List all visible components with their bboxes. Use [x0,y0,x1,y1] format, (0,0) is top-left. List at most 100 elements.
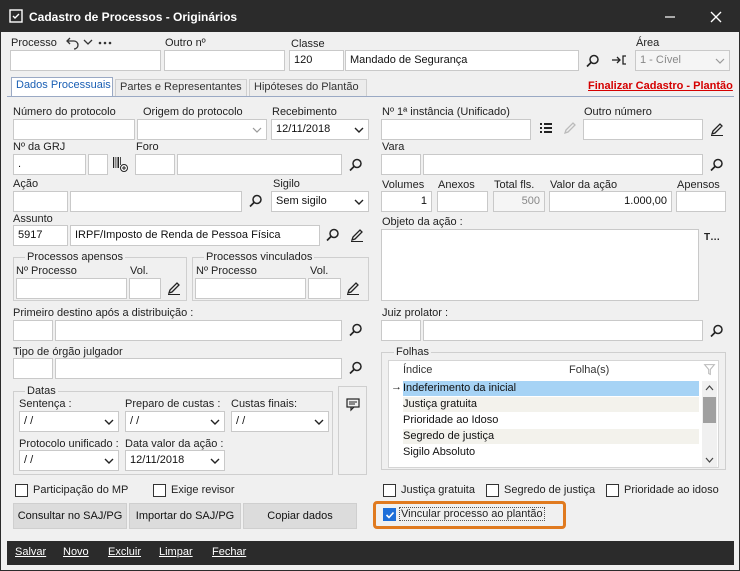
primeiro-destino-code-field[interactable] [13,320,53,341]
finalizar-cadastro-link[interactable]: Finalizar Cadastro - Plantão [588,80,733,92]
vinculados-vol-field[interactable] [308,278,341,299]
instancia-field[interactable] [381,119,531,140]
acao-name-field[interactable] [70,191,242,212]
area-select[interactable]: 1 - Cível [635,50,730,71]
grj-digit-field[interactable] [88,154,108,175]
justica-gratuita-checkbox[interactable] [383,484,396,497]
sentenca-date[interactable]: / / [19,411,119,432]
filter-icon[interactable] [703,363,716,376]
foro-code-field[interactable] [135,154,175,175]
salvar-button[interactable]: Salvar [15,546,46,558]
anexos-field[interactable] [437,191,488,212]
custas-finais-date[interactable]: / / [231,411,329,432]
consultar-saj-button[interactable]: Consultar no SAJ/PG [13,503,127,529]
volumes-field[interactable]: 1 [381,191,432,212]
classe-name-field[interactable]: Mandado de Segurança [345,50,579,71]
copiar-dados-button[interactable]: Copiar dados [243,503,357,529]
comment-icon[interactable] [345,397,361,413]
search-icon[interactable] [348,157,364,173]
more-icon[interactable] [97,34,113,50]
vara-name-field[interactable] [423,154,703,175]
list-icon[interactable] [538,120,554,136]
edit-pencil-icon[interactable] [345,280,361,296]
processo-field[interactable] [10,50,161,71]
search-icon[interactable] [248,193,264,209]
num-protocolo-field[interactable] [13,119,135,140]
acao-code-field[interactable] [13,191,68,212]
preparo-value: / / [130,415,140,427]
vara-code-field[interactable] [381,154,421,175]
tab-partes-representantes[interactable]: Partes e Representantes [115,79,247,96]
vincular-plantao-checkbox[interactable] [383,508,396,521]
outro-numero-field[interactable] [583,119,703,140]
importar-saj-button[interactable]: Importar do SAJ/PG [129,503,241,529]
list-item[interactable]: Prioridade ao Idoso [403,413,699,428]
close-button[interactable] [693,1,739,32]
tab-hipoteses-plantao[interactable]: Hipóteses do Plantão [249,79,367,96]
tab-dados-processuais[interactable]: Dados Processuais [11,77,113,96]
search-icon[interactable] [325,227,341,243]
search-icon[interactable] [709,323,725,339]
classe-code-field[interactable]: 120 [289,50,344,71]
edit-pencil-icon[interactable] [166,280,182,296]
vincular-plantao-label: Vincular processo ao plantão [399,507,545,521]
assunto-code-field[interactable]: 5917 [13,225,68,246]
chevron-down-icon [210,458,220,464]
exige-revisor-checkbox[interactable] [153,484,166,497]
list-item-label: Justiça gratuita [403,398,477,410]
scroll-thumb[interactable] [703,397,716,423]
data-valor-date[interactable]: 12/11/2018 [125,450,225,471]
origem-select[interactable] [137,119,267,140]
prioridade-idoso-checkbox[interactable] [606,484,619,497]
import-arrow-icon[interactable] [611,52,627,68]
list-item[interactable]: Indeferimento da inicial [403,381,699,396]
list-item[interactable]: Segredo de justiça [403,429,699,444]
grj-field[interactable]: . [13,154,86,175]
juiz-code-field[interactable] [381,320,421,341]
excluir-button[interactable]: Excluir [108,546,141,558]
vinculados-no-processo-field[interactable] [195,278,306,299]
scroll-up-icon[interactable] [704,383,715,392]
edit-pencil-icon[interactable] [349,227,365,243]
outro-no-field[interactable] [164,50,285,71]
search-icon[interactable] [709,157,725,173]
assunto-name-field[interactable]: IRPF/Imposto de Renda de Pessoa Física [70,225,320,246]
apensos-vol-label: Vol. [130,265,149,277]
folhas-list[interactable]: Índice Folha(s) → Indeferimento da inici… [388,360,719,468]
recebimento-date[interactable]: 12/11/2018 [271,119,369,140]
list-item[interactable]: Sigilo Absoluto [403,445,699,460]
apensos-field[interactable] [676,191,726,212]
search-icon[interactable] [348,360,364,376]
edit-pencil-icon[interactable] [709,121,725,137]
fechar-button[interactable]: Fechar [212,546,246,558]
scrollbar[interactable] [702,381,717,467]
tipo-orgao-code-field[interactable] [13,358,53,379]
search-icon[interactable] [585,53,601,69]
volumes-label: Volumes [382,179,425,191]
custas-finais-value: / / [236,415,246,427]
minimize-button[interactable] [647,1,693,32]
tipo-orgao-name-field[interactable] [55,358,342,379]
preparo-date[interactable]: / / [125,411,225,432]
novo-button[interactable]: Novo [63,546,89,558]
text-format-icon[interactable]: T… [704,232,720,243]
search-icon[interactable] [348,322,364,338]
segredo-justica-checkbox[interactable] [486,484,499,497]
objeto-textarea[interactable] [381,229,699,301]
participacao-mp-checkbox[interactable] [15,484,28,497]
tab-label: Partes e Representantes [120,81,242,93]
juiz-name-field[interactable] [423,320,703,341]
protocolo-unificado-date[interactable]: / / [19,450,119,471]
scroll-down-icon[interactable] [704,456,715,465]
foro-name-field[interactable] [177,154,342,175]
list-item[interactable]: Justiça gratuita [403,397,699,412]
sigilo-select[interactable]: Sem sigilo [271,191,369,212]
apensos-vol-field[interactable] [129,278,161,299]
valor-acao-field[interactable]: 1.000,00 [549,191,672,212]
undo-icon[interactable] [65,34,81,50]
chevron-down-icon[interactable] [80,34,96,50]
primeiro-destino-name-field[interactable] [55,320,342,341]
apensos-no-processo-field[interactable] [16,278,127,299]
barcode-add-icon[interactable] [112,156,128,172]
limpar-button[interactable]: Limpar [159,546,193,558]
